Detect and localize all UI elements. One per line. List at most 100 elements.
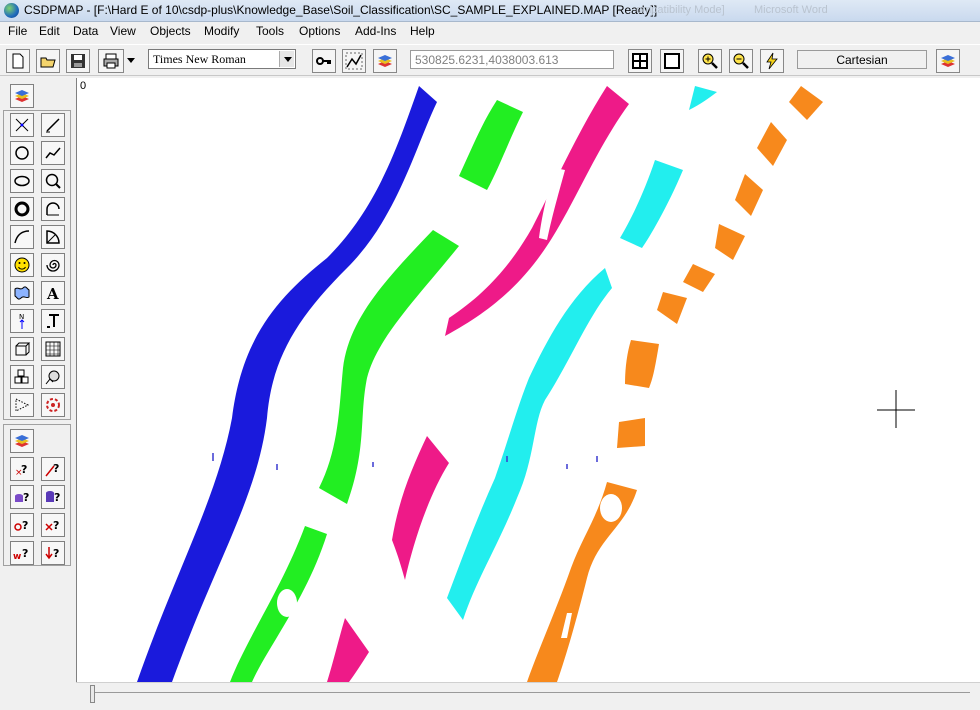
map-symbol-icon [14, 286, 30, 300]
query-line-tool[interactable]: ? [41, 457, 65, 481]
path-tool-button[interactable] [342, 49, 366, 73]
line-tool[interactable] [41, 113, 65, 137]
open-folder-icon [40, 57, 56, 68]
orange-band-gap [600, 494, 622, 522]
query-cylinder-tool[interactable]: ? [10, 485, 34, 509]
leader-tool[interactable] [41, 309, 65, 333]
circle-select-tool[interactable] [41, 169, 65, 193]
pie-tool[interactable] [41, 225, 65, 249]
svg-text:w: w [13, 552, 21, 562]
zoom-out-button[interactable] [729, 49, 753, 73]
soil-band-magenta[interactable] [327, 618, 369, 682]
new-button[interactable] [6, 49, 30, 73]
map-symbol-tool[interactable] [10, 281, 34, 305]
print-button[interactable] [98, 49, 124, 73]
soil-band-magenta[interactable] [392, 436, 449, 580]
title-bar: CSDPMAP - [F:\Hard E of 10\csdp-plus\Kno… [0, 0, 980, 22]
soil-band-orange[interactable] [617, 418, 645, 448]
ring-tool[interactable] [10, 197, 34, 221]
layers-icon [15, 90, 29, 102]
box-3d-icon [15, 342, 31, 356]
curve-tool[interactable] [10, 225, 34, 249]
menu-objects[interactable]: Objects [146, 24, 195, 38]
soil-band-cyan[interactable] [689, 86, 717, 110]
scrollbar-thumb[interactable] [90, 685, 95, 703]
grid-view-icon [632, 53, 648, 69]
query-point-tool[interactable]: ×? [10, 457, 34, 481]
layers-button[interactable] [373, 49, 397, 73]
menu-edit[interactable]: Edit [35, 24, 64, 38]
soil-band-orange[interactable] [683, 264, 715, 292]
new-file-icon [12, 53, 24, 69]
ring-icon [14, 201, 30, 217]
image-tool[interactable] [41, 365, 65, 389]
smiley-tool[interactable] [10, 253, 34, 277]
soil-band-orange[interactable] [757, 122, 787, 166]
box-3d-tool[interactable] [10, 337, 34, 361]
arc-select-icon [46, 202, 60, 216]
print-dropdown-icon[interactable] [127, 58, 135, 63]
spray-tool[interactable] [41, 393, 65, 417]
horizontal-scrollbar[interactable] [76, 682, 980, 710]
dotted-shape-tool[interactable] [10, 393, 34, 417]
query-w-tool[interactable]: w? [10, 541, 34, 565]
soil-band-orange[interactable] [625, 340, 659, 388]
menu-data[interactable]: Data [69, 24, 102, 38]
scrollbar-track[interactable] [90, 692, 970, 693]
text-tool[interactable]: A [41, 281, 65, 305]
arc-select-tool[interactable] [41, 197, 65, 221]
soil-band-orange[interactable] [789, 86, 823, 120]
save-button[interactable] [66, 49, 90, 73]
query-down-tool[interactable]: ? [41, 541, 65, 565]
zoom-in-button[interactable] [698, 49, 722, 73]
coordinate-system-display[interactable]: Cartesian [797, 50, 927, 69]
pie-icon [46, 230, 60, 244]
spiral-icon [46, 259, 60, 272]
query-circle-tool[interactable]: ? [10, 513, 34, 537]
ellipse-tool[interactable] [10, 169, 34, 193]
menu-help[interactable]: Help [406, 24, 439, 38]
query-database-tool[interactable]: ? [41, 485, 65, 509]
key-button[interactable] [312, 49, 336, 73]
window-title: CSDPMAP - [F:\Hard E of 10\csdp-plus\Kno… [24, 3, 658, 17]
menu-view[interactable]: View [106, 24, 140, 38]
line-icon [46, 118, 60, 133]
tool-sidebar: A N ×? ? ? ? ? ? w? ? [0, 78, 74, 710]
menu-modify[interactable]: Modify [200, 24, 243, 38]
map-canvas[interactable]: 0 [76, 78, 980, 682]
coordinate-readout: 530825.6231,4038003.613 [410, 50, 614, 69]
query-down-icon: ? [45, 547, 59, 560]
soil-band-green[interactable] [459, 100, 523, 190]
query-point-icon: ×? [15, 463, 27, 478]
soil-band-cyan[interactable] [620, 160, 683, 248]
north-arrow-tool[interactable]: N [10, 309, 34, 333]
app-globe-icon [4, 3, 19, 18]
polyline-tool[interactable] [41, 141, 65, 165]
chevron-down-icon[interactable] [279, 51, 294, 67]
menu-file[interactable]: File [4, 24, 31, 38]
soil-band-orange[interactable] [657, 292, 687, 324]
layers-icon [378, 55, 392, 67]
soil-band-orange[interactable] [715, 224, 745, 260]
single-view-button[interactable] [660, 49, 684, 73]
layers-tool-button[interactable] [10, 84, 34, 108]
query-x-tool[interactable]: ? [41, 513, 65, 537]
cluster-tool[interactable] [10, 365, 34, 389]
query-layers-tool[interactable] [10, 429, 34, 453]
grid-view-button[interactable] [628, 49, 652, 73]
open-button[interactable] [36, 49, 60, 73]
font-selector[interactable]: Times New Roman [148, 49, 296, 69]
circle-icon [15, 146, 29, 160]
menu-options[interactable]: Options [295, 24, 344, 38]
menu-tools[interactable]: Tools [252, 24, 288, 38]
grid-tool[interactable] [41, 337, 65, 361]
point-tool[interactable] [10, 113, 34, 137]
zoom-out-icon [733, 53, 749, 69]
background-window-title: ompatibility Mode] [636, 4, 725, 16]
soil-band-orange[interactable] [735, 174, 763, 216]
layers-right-button[interactable] [936, 49, 960, 73]
refresh-button[interactable] [760, 49, 784, 73]
circle-tool[interactable] [10, 141, 34, 165]
menu-add-ins[interactable]: Add-Ins [351, 24, 400, 38]
spiral-tool[interactable] [41, 253, 65, 277]
